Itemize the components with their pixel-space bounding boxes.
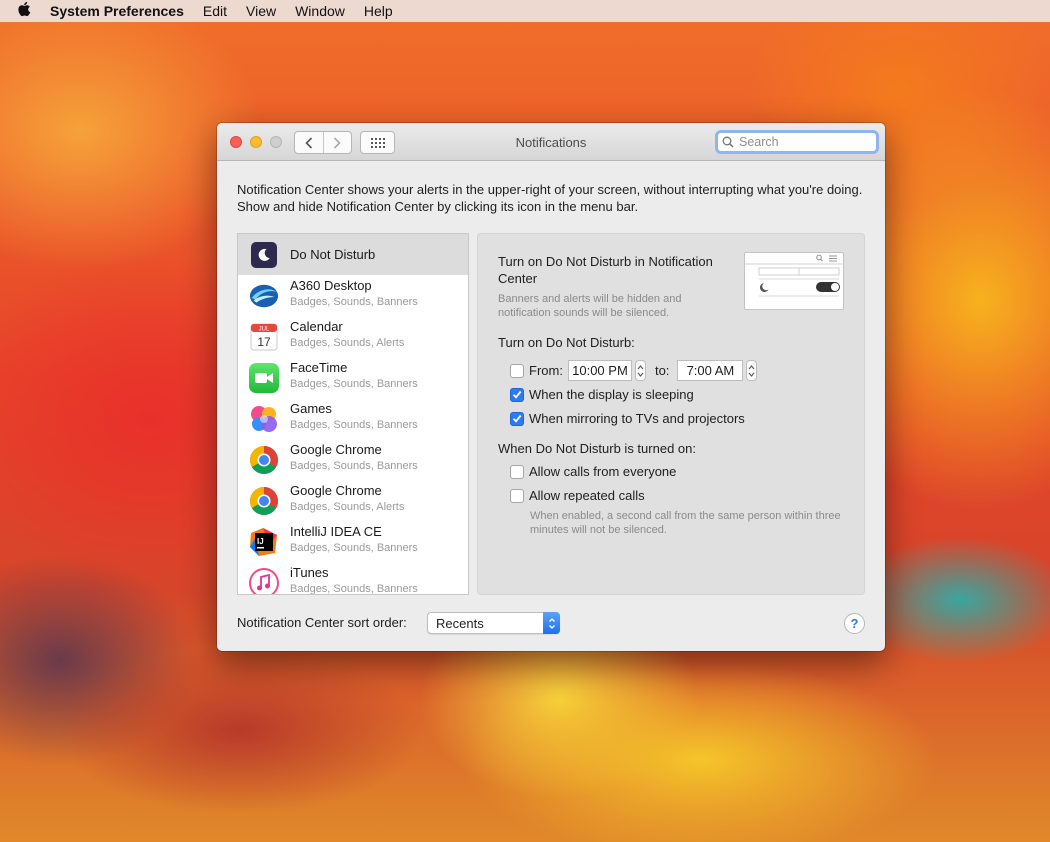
display-sleeping-label: When the display is sleeping — [529, 387, 694, 402]
list-item-a360[interactable]: A360 Desktop Badges, Sounds, Banners — [238, 275, 468, 316]
dnd-title: Turn on Do Not Disturb in Notification C… — [498, 254, 713, 286]
app-list[interactable]: Do Not Disturb A360 Desktop Badges, Soun… — [237, 233, 469, 595]
chrome-icon — [249, 445, 279, 475]
calls-everyone-row[interactable]: Allow calls from everyone — [510, 464, 676, 479]
app-subtitle: Badges, Sounds, Banners — [290, 460, 418, 472]
app-subtitle: Badges, Sounds, Banners — [290, 419, 418, 431]
itunes-icon — [249, 567, 279, 594]
popup-arrows-icon — [543, 612, 560, 634]
from-checkbox[interactable] — [510, 363, 524, 378]
app-subtitle: Badges, Sounds, Banners — [290, 296, 418, 308]
list-item-itunes[interactable]: iTunes Badges, Sounds, Banners — [238, 562, 468, 595]
stepper-arrows-icon — [637, 364, 644, 377]
checkmark-icon — [512, 414, 522, 423]
repeated-calls-row[interactable]: Allow repeated calls — [510, 488, 645, 503]
to-time-stepper[interactable] — [746, 360, 758, 381]
list-item-google-chrome-2[interactable]: Google Chrome Badges, Sounds, Alerts — [238, 480, 468, 521]
search-input[interactable] — [739, 135, 869, 149]
stepper-arrows-icon — [748, 364, 755, 377]
calendar-day: 17 — [257, 335, 271, 349]
intellij-letters: IJ — [257, 537, 264, 546]
list-item-calendar[interactable]: JUL 17 Calendar Badges, Sounds, Alerts — [238, 316, 468, 357]
list-item-google-chrome[interactable]: Google Chrome Badges, Sounds, Banners — [238, 439, 468, 480]
calls-everyone-checkbox[interactable] — [510, 464, 524, 479]
from-label: From: — [529, 363, 563, 378]
to-label: to: — [654, 363, 670, 378]
when-on-label: When Do Not Disturb is turned on: — [498, 441, 696, 456]
app-name: Google Chrome — [290, 442, 382, 457]
sort-order-value: Recents — [436, 616, 484, 631]
title-bar[interactable]: Notifications — [217, 123, 885, 161]
calendar-icon: JUL 17 — [249, 322, 279, 352]
repeated-calls-checkbox[interactable] — [510, 488, 524, 503]
menu-view[interactable]: View — [246, 3, 276, 19]
repeated-calls-hint: When enabled, a second call from the sam… — [530, 510, 841, 536]
turn-on-label: Turn on Do Not Disturb: — [498, 335, 635, 350]
sort-order-select[interactable]: Recents — [427, 612, 560, 634]
from-time-stepper[interactable] — [634, 360, 646, 381]
schedule-row: From: 10:00 PM to: 7:00 AM — [510, 360, 758, 381]
calendar-month: JUL — [259, 326, 270, 332]
games-icon — [249, 404, 279, 434]
moon-icon — [251, 241, 277, 268]
chrome-icon — [249, 486, 279, 516]
app-name: Do Not Disturb — [290, 247, 376, 262]
mirroring-row[interactable]: When mirroring to TVs and projectors — [510, 411, 745, 426]
sort-order-label: Notification Center sort order: — [237, 615, 407, 630]
search-icon — [722, 136, 734, 148]
app-name: FaceTime — [290, 360, 348, 375]
app-name: Calendar — [290, 319, 343, 334]
do-not-disturb-pane: Turn on Do Not Disturb in Notification C… — [477, 233, 865, 595]
repeated-calls-label: Allow repeated calls — [529, 488, 645, 503]
app-subtitle: Badges, Sounds, Banners — [290, 583, 418, 595]
menu-window[interactable]: Window — [295, 3, 345, 19]
app-name: A360 Desktop — [290, 278, 372, 293]
intellij-icon: IJ — [249, 527, 279, 557]
notifications-window: Notifications Notification Center shows … — [217, 123, 885, 651]
notification-center-preview — [744, 252, 844, 310]
app-name: Google Chrome — [290, 483, 382, 498]
app-subtitle: Badges, Sounds, Alerts — [290, 337, 405, 349]
app-name: iTunes — [290, 565, 329, 580]
search-field[interactable] — [715, 130, 879, 154]
list-item-do-not-disturb[interactable]: Do Not Disturb — [238, 234, 468, 275]
list-item-games[interactable]: Games Badges, Sounds, Banners — [238, 398, 468, 439]
display-sleeping-checkbox[interactable] — [510, 387, 524, 402]
to-time-field[interactable]: 7:00 AM — [677, 360, 744, 381]
apple-menu-icon[interactable] — [12, 1, 36, 21]
calls-everyone-label: Allow calls from everyone — [529, 464, 677, 479]
mirroring-checkbox[interactable] — [510, 411, 524, 426]
a360-icon — [249, 281, 279, 311]
menu-edit[interactable]: Edit — [203, 3, 227, 19]
list-item-intellij[interactable]: IJ IntelliJ IDEA CE Badges, Sounds, Bann… — [238, 521, 468, 562]
checkmark-icon — [512, 390, 522, 399]
facetime-icon — [249, 362, 279, 393]
app-name: IntelliJ IDEA CE — [290, 524, 382, 539]
from-time-field[interactable]: 10:00 PM — [567, 360, 632, 381]
app-subtitle: Badges, Sounds, Banners — [290, 542, 418, 554]
list-item-facetime[interactable]: FaceTime Badges, Sounds, Banners — [238, 357, 468, 398]
menu-app-name[interactable]: System Preferences — [50, 3, 184, 19]
help-button[interactable]: ? — [844, 613, 865, 634]
mirroring-label: When mirroring to TVs and projectors — [529, 411, 745, 426]
menu-bar: System Preferences Edit View Window Help — [0, 0, 1050, 22]
dnd-note: Banners and alerts will be hidden and no… — [498, 293, 682, 319]
app-subtitle: Badges, Sounds, Alerts — [290, 501, 405, 513]
app-name: Games — [290, 401, 332, 416]
display-sleeping-row[interactable]: When the display is sleeping — [510, 387, 694, 402]
description-text: Notification Center shows your alerts in… — [237, 182, 863, 214]
app-subtitle: Badges, Sounds, Banners — [290, 378, 418, 390]
menu-help[interactable]: Help — [364, 3, 393, 19]
